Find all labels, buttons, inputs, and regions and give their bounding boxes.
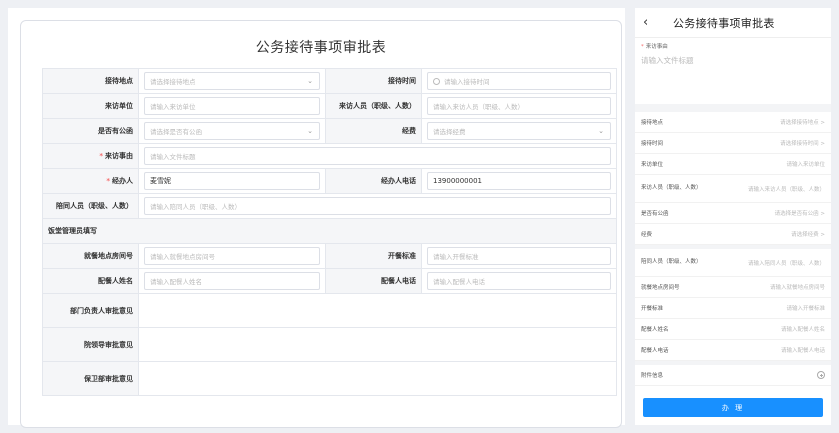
time-label: 接待时间 bbox=[325, 68, 422, 94]
reason-label: * 来访事由 bbox=[42, 143, 139, 169]
dining-room-input[interactable]: 请输入就餐地点房间号 bbox=[144, 247, 320, 265]
server-phone-input[interactable]: 请输入配餐人电话 bbox=[427, 272, 611, 290]
form-card: 公务接待事项审批表 接待地点 请选择接待地点 ⌄ 接待时间 请输入接待时间 来访单… bbox=[20, 20, 622, 428]
official-letter-label: 是否有公函 bbox=[42, 118, 139, 144]
server-name-input[interactable]: 请输入配餐人姓名 bbox=[144, 272, 320, 290]
visitor-label: 来访人员（职级、人数） bbox=[325, 93, 422, 119]
clock-icon bbox=[433, 77, 440, 85]
mobile-row-meal-standard[interactable]: 开餐标准 请输入开餐标准 bbox=[635, 298, 831, 319]
mobile-header: ‹ 公务接待事项审批表 bbox=[635, 8, 831, 38]
divider bbox=[635, 104, 831, 112]
mobile-row-official-letter[interactable]: 是否有公函 请选择是否有公函 > bbox=[635, 203, 831, 224]
approval-form-table: 接待地点 请选择接待地点 ⌄ 接待时间 请输入接待时间 来访单位 请输入来访单位 … bbox=[42, 68, 617, 396]
mobile-field-list: 接待地点 请选择接待地点 > 接待时间 请选择接待时间 > 来访单位 请输入来访单位 … bbox=[635, 112, 831, 386]
mobile-reason-field[interactable]: * 来访事由 请输入文件标题 bbox=[635, 38, 831, 104]
add-attachment-icon[interactable] bbox=[817, 371, 825, 379]
mobile-row-time[interactable]: 接待时间 请选择接待时间 > bbox=[635, 133, 831, 154]
security-opinion-field[interactable] bbox=[138, 361, 617, 396]
leader-opinion-field[interactable] bbox=[138, 327, 617, 362]
dining-label: 就餐地点房间号 bbox=[42, 243, 139, 269]
location-label: 接待地点 bbox=[42, 68, 139, 94]
chevron-down-icon: ⌄ bbox=[307, 77, 313, 85]
handler-label: * 经办人 bbox=[42, 168, 139, 194]
mobile-row-location[interactable]: 接待地点 请选择接待地点 > bbox=[635, 112, 831, 133]
mobile-reason-label: * 来访事由 bbox=[641, 44, 668, 50]
dept-opinion-field[interactable] bbox=[138, 293, 617, 328]
required-mark: * bbox=[106, 177, 110, 185]
back-arrow-icon[interactable]: ‹ bbox=[643, 15, 667, 30]
mobile-row-server-phone[interactable]: 配餐人电话 请输入配餐人电话 bbox=[635, 340, 831, 361]
mobile-row-server-name[interactable]: 配餐人姓名 请输入配餐人姓名 bbox=[635, 319, 831, 340]
handler-phone-label: 经办人电话 bbox=[325, 168, 422, 194]
meal-standard-label: 开餐标准 bbox=[325, 243, 422, 269]
leader-opinion-label: 院领导审批意见 bbox=[42, 327, 139, 362]
chevron-down-icon: ⌄ bbox=[307, 127, 313, 135]
mobile-row-unit[interactable]: 来访单位 请输入来访单位 bbox=[635, 154, 831, 175]
mobile-row-accompany[interactable]: 陪同人员（职级、人数） 请输入陪同人员（职级、人数） bbox=[635, 249, 831, 277]
funds-label: 经费 bbox=[325, 118, 422, 144]
accompany-label: 陪同人员（职级、人数） bbox=[42, 193, 139, 219]
location-select[interactable]: 请选择接待地点 ⌄ bbox=[144, 72, 320, 90]
mobile-row-visitor[interactable]: 来访人员（职级、人数） 请输入来访人员（职级、人数） bbox=[635, 175, 831, 203]
visitor-input[interactable]: 请输入来访人员（职级、人数） bbox=[427, 97, 611, 115]
unit-input[interactable]: 请输入来访单位 bbox=[144, 97, 320, 115]
official-letter-select[interactable]: 请选择是否有公函 ⌄ bbox=[144, 122, 320, 140]
mobile-row-dining-room[interactable]: 就餐地点房间号 请输入就餐地点房间号 bbox=[635, 277, 831, 298]
desktop-panel: 公务接待事项审批表 接待地点 请选择接待地点 ⌄ 接待时间 请输入接待时间 来访单… bbox=[8, 8, 625, 428]
required-mark: * bbox=[99, 152, 103, 160]
unit-label: 来访单位 bbox=[42, 93, 139, 119]
server-name-label: 配餐人姓名 bbox=[42, 268, 139, 294]
dept-opinion-label: 部门负责人审批意见 bbox=[42, 293, 139, 328]
security-opinion-label: 保卫部审批意见 bbox=[42, 361, 139, 396]
form-title: 公务接待事项审批表 bbox=[255, 40, 387, 56]
server-phone-label: 配餐人电话 bbox=[325, 268, 422, 294]
reason-input[interactable]: 请输入文件标题 bbox=[144, 147, 611, 165]
mobile-row-attachment[interactable]: 附件信息 bbox=[635, 365, 831, 386]
meal-standard-input[interactable]: 请输入开餐标准 bbox=[427, 247, 611, 265]
mobile-panel: ‹ 公务接待事项审批表 * 来访事由 请输入文件标题 接待地点 请选择接待地点 > … bbox=[635, 8, 831, 425]
funds-select[interactable]: 请选择经费 ⌄ bbox=[427, 122, 611, 140]
chevron-down-icon: ⌄ bbox=[598, 127, 604, 135]
required-mark: * bbox=[641, 44, 644, 50]
mobile-title: 公务接待事项审批表 bbox=[673, 16, 775, 30]
handler-input[interactable]: 麦雪妮 bbox=[144, 172, 320, 190]
section-heading: 饭堂管理员填写 bbox=[42, 218, 617, 244]
mobile-row-funds[interactable]: 经费 请选择经费 > bbox=[635, 224, 831, 245]
accompany-input[interactable]: 请输入陪同人员（职级、人数） bbox=[144, 197, 611, 215]
handler-phone-input[interactable]: 13900000001 bbox=[427, 172, 611, 190]
submit-button[interactable]: 办 理 bbox=[643, 398, 823, 417]
mobile-reason-placeholder: 请输入文件标题 bbox=[641, 56, 694, 65]
time-picker[interactable]: 请输入接待时间 bbox=[427, 72, 611, 90]
